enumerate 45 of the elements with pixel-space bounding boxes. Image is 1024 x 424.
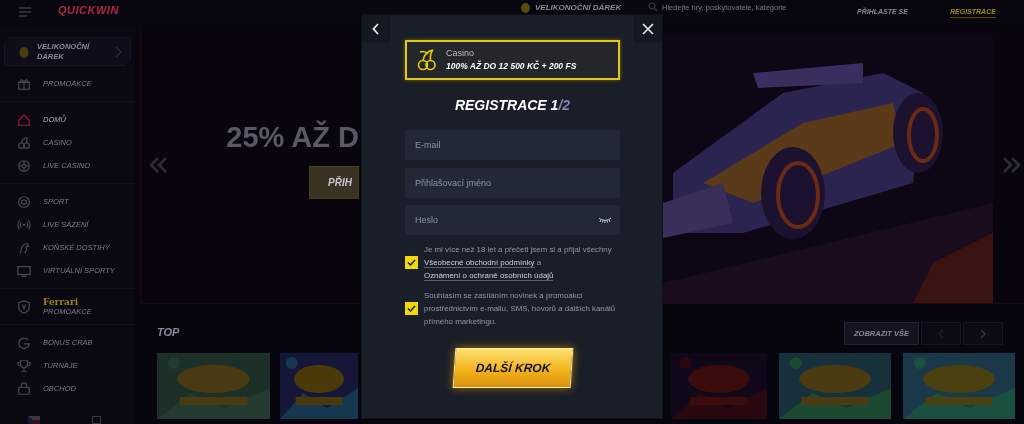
egg-icon xyxy=(19,45,29,58)
password-field[interactable]: Heslo xyxy=(405,205,620,235)
double-chevron-left-icon xyxy=(149,157,169,173)
bonus-offer: 100% AŽ DO 12 500 KČ + 200 FS xyxy=(446,61,577,72)
checkbox[interactable] xyxy=(405,302,418,315)
step-total: /2 xyxy=(558,97,571,113)
close-button[interactable] xyxy=(634,15,662,43)
chevron-right-icon xyxy=(980,328,986,339)
bonus-category: Casino xyxy=(446,48,475,59)
closed-eye-icon xyxy=(598,216,612,224)
shield-icon xyxy=(17,299,31,314)
ball-icon xyxy=(17,194,31,209)
home-icon xyxy=(17,112,31,127)
chevron-right-icon xyxy=(114,45,122,58)
menu-icon xyxy=(18,7,32,17)
broadcast-icon xyxy=(17,217,31,232)
check-icon xyxy=(407,259,416,266)
egg-icon xyxy=(520,2,531,13)
dialog-title: REGISTRACE 1 xyxy=(454,97,559,113)
check-icon xyxy=(407,305,416,312)
input-field[interactable]: E-mail xyxy=(405,130,620,160)
gift-icon xyxy=(17,76,31,91)
banner-button[interactable]: PŘIH xyxy=(309,166,359,199)
checkbox[interactable] xyxy=(405,256,418,269)
bonus-card[interactable]: Casino 100% AŽ DO 12 500 KČ + 200 FS xyxy=(405,40,620,80)
site-logo[interactable]: QUICKWIN xyxy=(58,4,119,17)
roulette-icon xyxy=(17,158,31,173)
search-icon xyxy=(648,2,658,12)
chevron-left-icon xyxy=(372,23,380,35)
brand-logo: Ferrari xyxy=(43,296,80,307)
banner-headline: 25% AŽ D xyxy=(226,121,359,154)
square-icon xyxy=(92,416,101,424)
promo-link[interactable]: VELIKONOČNÍ DÁREK xyxy=(535,2,622,13)
section-title: TOP xyxy=(157,325,181,340)
swirl-icon xyxy=(17,335,31,350)
cherry-icon xyxy=(17,135,31,150)
next-step-button[interactable]: DALŠÍ KROK xyxy=(452,348,573,388)
back-button[interactable] xyxy=(362,15,390,43)
cherry-icon xyxy=(417,48,437,72)
screen-icon xyxy=(17,263,31,278)
flag-icon xyxy=(28,416,40,424)
double-chevron-right-icon xyxy=(1001,157,1021,173)
close-icon xyxy=(642,23,654,35)
trophy-icon xyxy=(17,358,31,373)
input-field[interactable]: Přihlašovací jméno xyxy=(405,167,620,198)
